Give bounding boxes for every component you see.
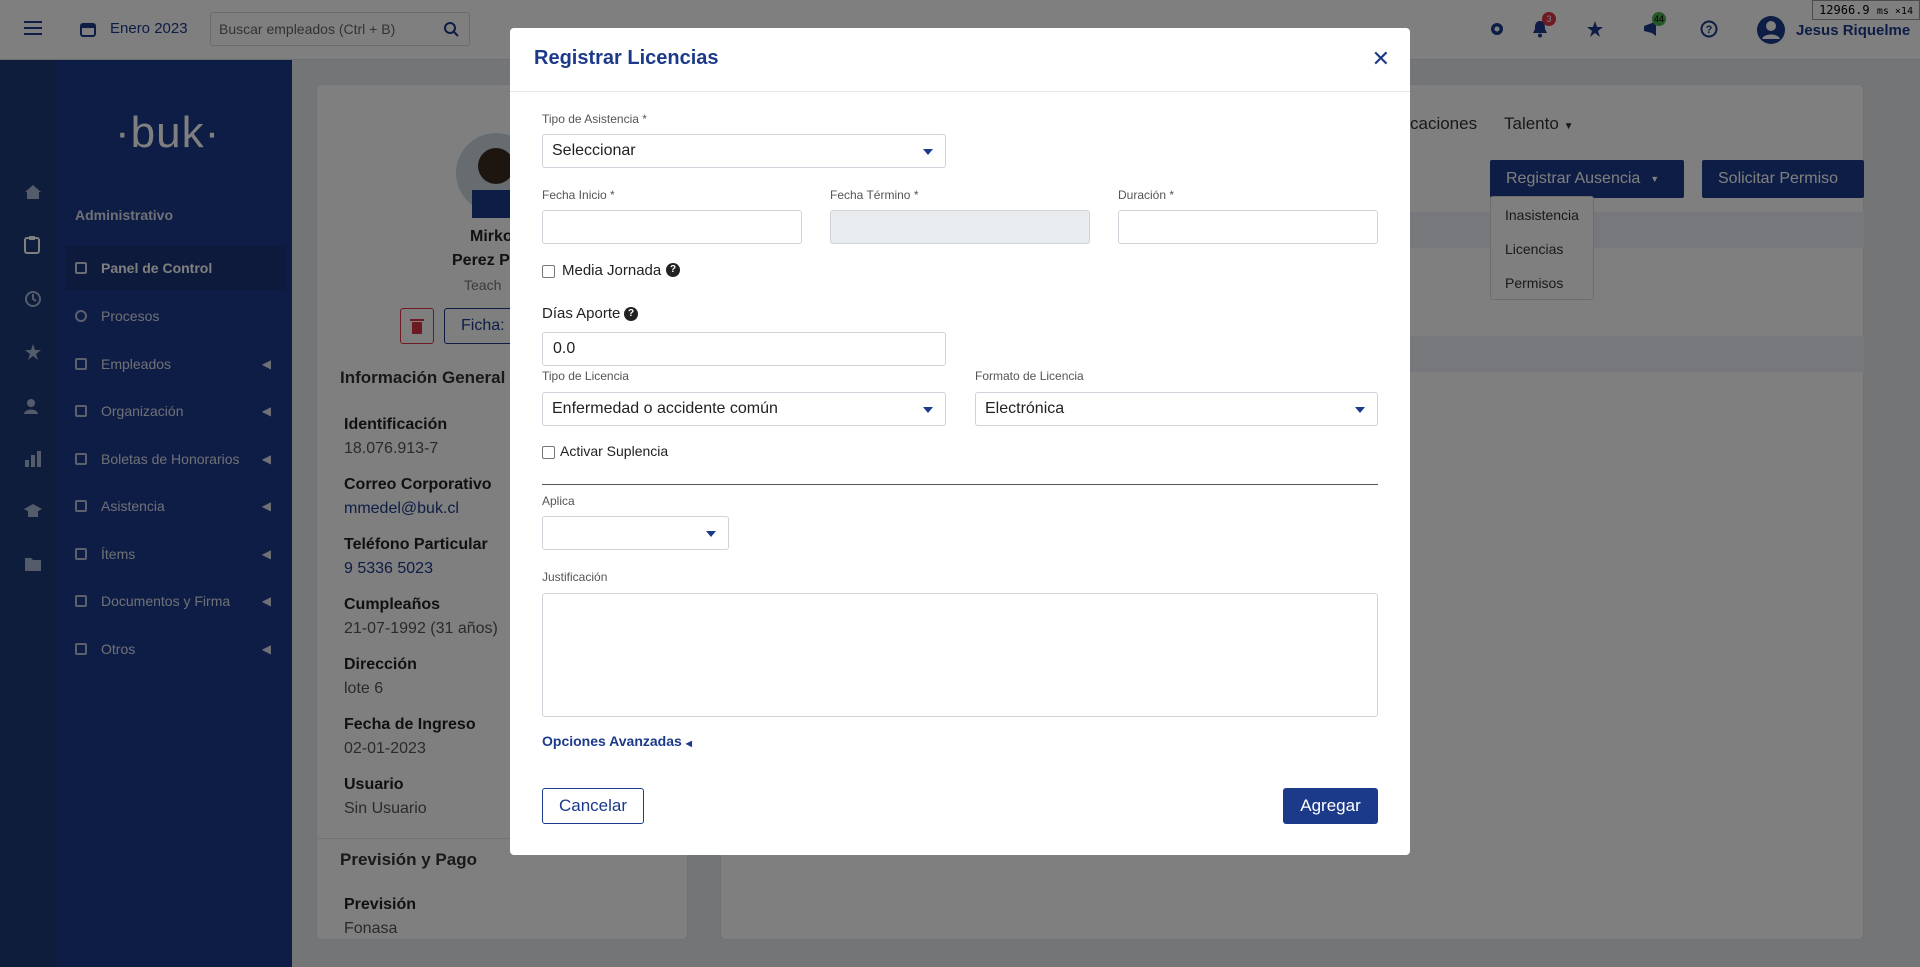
tipo-asistencia-label: Tipo de Asistencia * [542,112,647,126]
fecha-inicio-label: Fecha Inicio * [542,188,615,202]
justificacion-textarea[interactable] [542,593,1378,717]
dias-aporte-input[interactable]: 0.0 [542,332,946,366]
caret-down-icon [923,407,933,413]
caret-left-icon: ◀ [685,739,692,748]
aplica-select[interactable] [542,516,729,550]
tipo-asistencia-value: Seleccionar [552,142,636,159]
close-icon[interactable]: ✕ [1372,48,1390,70]
formato-licencia-value: Electrónica [985,400,1065,417]
tipo-asistencia-select[interactable]: Seleccionar [542,134,946,168]
question-circle-icon[interactable]: ? [624,307,638,321]
question-circle-icon[interactable]: ? [666,263,680,277]
caret-down-icon [706,531,716,537]
register-licenses-modal: Registrar Licencias ✕ Tipo de Asistencia… [510,28,1410,855]
media-jornada-checkbox[interactable] [542,265,555,278]
aplica-label: Aplica [542,494,575,508]
tipo-licencia-select[interactable]: Enfermedad o accidente común [542,392,946,426]
modal-title: Registrar Licencias [534,47,719,69]
advanced-options-label: Opciones Avanzadas [542,733,682,749]
activar-suplencia-checkbox[interactable] [542,446,555,459]
advanced-options-toggle[interactable]: Opciones Avanzadas ◀ [542,733,692,749]
cancel-button[interactable]: Cancelar [542,788,644,824]
modal-header: Registrar Licencias ✕ [510,28,1410,92]
formato-licencia-select[interactable]: Electrónica [975,392,1378,426]
media-jornada-label: Media Jornada [562,262,662,279]
tipo-licencia-value: Enfermedad o accidente común [552,400,778,417]
dias-aporte-label: Días Aporte [542,305,621,322]
fecha-inicio-input[interactable] [542,210,802,244]
fecha-termino-input [830,210,1090,244]
form-divider [542,484,1378,485]
caret-down-icon [923,149,933,155]
fecha-termino-label: Fecha Término * [830,188,919,202]
formato-licencia-label: Formato de Licencia [975,369,1084,383]
caret-down-icon [1355,407,1365,413]
duracion-label: Duración * [1118,188,1175,202]
justificacion-label: Justificación [542,570,608,584]
add-button[interactable]: Agregar [1283,788,1378,824]
duracion-input[interactable] [1118,210,1378,244]
tipo-licencia-label: Tipo de Licencia [542,369,629,383]
activar-suplencia-label: Activar Suplencia [560,443,669,459]
